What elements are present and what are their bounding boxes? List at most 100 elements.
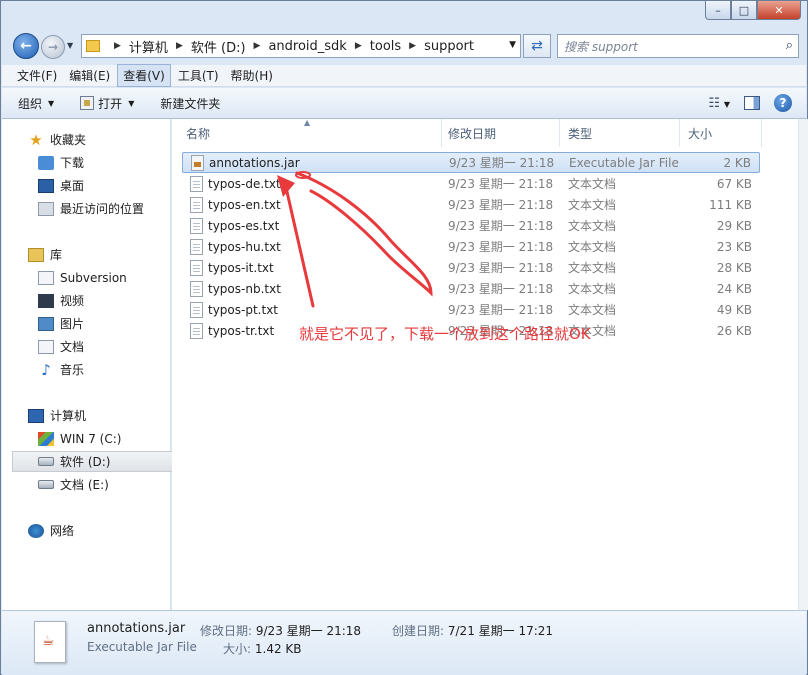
file-row[interactable]: typos-nb.txt 9/23 星期一 21:18 文本文档 24 KB <box>182 278 760 299</box>
breadcrumb: ▶ 计算机 ▶ 软件 (D:) ▶ android_sdk ▶ tools ▶ … <box>106 37 474 56</box>
address-dropdown-icon[interactable]: ▼ <box>509 40 516 50</box>
network-icon <box>28 523 44 538</box>
menu-tools[interactable]: 工具(T) <box>173 65 224 86</box>
file-row[interactable]: typos-hu.txt 9/23 星期一 21:18 文本文档 23 KB <box>182 236 760 257</box>
music-note-icon: ♪ <box>41 360 51 379</box>
preview-pane-icon[interactable] <box>744 96 760 110</box>
drive-icon <box>38 480 54 489</box>
nav-label: 网络 <box>50 524 75 538</box>
nav-drive-d[interactable]: 软件 (D:) <box>12 451 178 472</box>
column-header-size[interactable]: 大小 <box>680 119 762 147</box>
file-type: 文本文档 <box>568 198 617 212</box>
breadcrumb-computer[interactable]: 计算机 <box>129 37 168 56</box>
text-file-icon <box>190 280 203 297</box>
file-name: typos-es.txt <box>208 218 280 233</box>
file-date: 9/23 星期一 21:18 <box>449 156 555 170</box>
nav-favorites[interactable]: ★ 收藏夹 <box>28 129 194 150</box>
file-row[interactable]: typos-it.txt 9/23 星期一 21:18 文本文档 28 KB <box>182 257 760 278</box>
column-header-modified[interactable]: 修改日期 <box>440 119 560 147</box>
menu-view[interactable]: 查看(V) <box>117 64 171 87</box>
open-button[interactable]: 打开 ▼ <box>80 95 134 112</box>
file-row[interactable]: annotations.jar 9/23 星期一 21:18 Executabl… <box>182 152 760 173</box>
detail-modified-label: 修改日期: <box>200 624 253 638</box>
column-headers: ▲ 名称 修改日期 类型 大小 <box>172 118 762 147</box>
detail-modified-value: 9/23 星期一 21:18 <box>255 624 362 638</box>
menu-edit[interactable]: 编辑(E) <box>64 65 115 86</box>
nav-network[interactable]: 网络 <box>28 520 194 541</box>
annotation-text: 就是它不见了，下载一个放到这个路径就OK <box>299 325 591 343</box>
forward-button[interactable]: → <box>41 35 65 59</box>
breadcrumb-sep-icon[interactable]: ▶ <box>409 41 416 51</box>
close-button[interactable]: ✕ <box>757 1 801 20</box>
file-name: typos-pt.txt <box>208 302 278 317</box>
refresh-button[interactable]: ⇄ <box>523 34 551 58</box>
text-file-icon <box>190 196 203 213</box>
detail-size-label: 大小: <box>223 642 252 656</box>
minimize-button[interactable]: – <box>705 1 731 20</box>
column-header-name[interactable]: 名称 <box>178 119 442 147</box>
new-folder-button[interactable]: 新建文件夹 <box>160 95 220 112</box>
file-size: 28 KB <box>716 260 752 275</box>
maximize-button[interactable]: □ <box>731 1 757 20</box>
change-view-button[interactable]: ☷ ▼ <box>708 96 730 111</box>
file-size: 2 KB <box>723 155 751 170</box>
text-file-icon <box>190 301 203 318</box>
column-label: 修改日期 <box>448 126 497 141</box>
file-name: typos-en.txt <box>208 197 281 212</box>
nav-libraries[interactable]: 库 <box>28 244 194 265</box>
file-name: typos-nb.txt <box>208 281 281 296</box>
details-pane: annotations.jar Executable Jar File 修改日期… <box>2 610 806 675</box>
breadcrumb-sep-icon[interactable]: ▶ <box>176 41 183 51</box>
file-size: 111 KB <box>709 197 752 212</box>
menu-bar: 文件(F) 编辑(E) 查看(V) 工具(T) 帮助(H) <box>2 64 806 87</box>
file-row[interactable]: typos-en.txt 9/23 星期一 21:18 文本文档 111 KB <box>182 194 760 215</box>
detail-created-value: 7/21 星期一 17:21 <box>447 624 554 638</box>
search-input[interactable]: 搜索 support ⌕ <box>557 34 799 58</box>
help-icon[interactable]: ? <box>774 94 792 112</box>
menu-file[interactable]: 文件(F) <box>12 65 62 86</box>
vertical-scrollbar[interactable] <box>798 119 808 610</box>
breadcrumb-support[interactable]: support <box>424 39 474 54</box>
open-label: 打开 <box>98 96 123 111</box>
file-type: 文本文档 <box>568 219 617 233</box>
breadcrumb-android-sdk[interactable]: android_sdk <box>268 39 346 54</box>
file-date: 9/23 星期一 21:18 <box>448 282 554 296</box>
chevron-down-icon: ▼ <box>128 98 135 108</box>
breadcrumb-sep-icon[interactable]: ▶ <box>254 41 261 51</box>
file-row[interactable]: typos-es.txt 9/23 星期一 21:18 文本文档 29 KB <box>182 215 760 236</box>
nav-label: 音乐 <box>60 363 85 377</box>
back-button[interactable]: ← <box>13 33 39 59</box>
search-icon[interactable]: ⌕ <box>786 38 793 53</box>
jar-file-icon <box>34 621 66 663</box>
nav-label: WIN 7 (C:) <box>60 431 122 446</box>
column-label: 大小 <box>688 126 713 141</box>
breadcrumb-sep-icon[interactable]: ▶ <box>355 41 362 51</box>
folder-icon <box>86 40 100 52</box>
breadcrumb-sep-icon[interactable]: ▶ <box>114 41 121 51</box>
text-file-icon <box>190 217 203 234</box>
address-bar[interactable]: ▶ 计算机 ▶ 软件 (D:) ▶ android_sdk ▶ tools ▶ … <box>81 34 521 58</box>
nav-label: 文档 (E:) <box>60 478 109 492</box>
file-type: 文本文档 <box>568 240 617 254</box>
jar-file-icon <box>191 154 204 171</box>
organize-button[interactable]: 组织 ▼ <box>18 95 54 112</box>
recent-pages-dropdown-icon[interactable]: ▼ <box>67 41 73 50</box>
breadcrumb-drive-d[interactable]: 软件 (D:) <box>191 37 246 56</box>
file-name: typos-it.txt <box>208 260 274 275</box>
menu-help[interactable]: 帮助(H) <box>226 65 278 86</box>
detail-file-name: annotations.jar <box>87 621 186 636</box>
file-row[interactable]: typos-pt.txt 9/23 星期一 21:18 文本文档 49 KB <box>182 299 760 320</box>
detail-modified: 修改日期: 9/23 星期一 21:18 <box>200 622 361 639</box>
documents-icon <box>38 339 54 354</box>
recent-places-icon <box>38 201 54 216</box>
breadcrumb-tools[interactable]: tools <box>370 39 401 54</box>
file-type: 文本文档 <box>568 282 617 296</box>
column-header-type[interactable]: 类型 <box>560 119 680 147</box>
downloads-icon <box>38 155 54 170</box>
nav-computer[interactable]: 计算机 <box>28 405 194 426</box>
file-name: typos-hu.txt <box>208 239 281 254</box>
file-type: 文本文档 <box>568 303 617 317</box>
file-row[interactable]: typos-de.txt 9/23 星期一 21:18 文本文档 67 KB <box>182 173 760 194</box>
file-name: annotations.jar <box>209 155 300 170</box>
detail-created: 创建日期: 7/21 星期一 17:21 <box>392 622 553 639</box>
